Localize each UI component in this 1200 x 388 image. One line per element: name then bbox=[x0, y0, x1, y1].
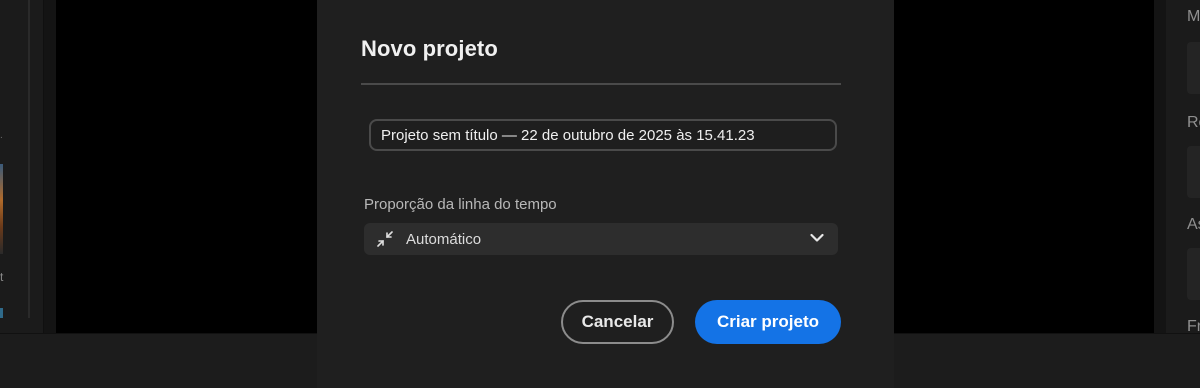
app-window: . t M Re As Fr Novo projeto Proporção da… bbox=[0, 0, 1200, 388]
right-panel: M Re As Fr bbox=[1166, 0, 1200, 335]
timeline-ratio-select[interactable]: Automático bbox=[364, 223, 838, 255]
collapse-arrows-icon bbox=[377, 231, 393, 247]
dialog-title: Novo projeto bbox=[361, 36, 498, 61]
panel-scrollbar[interactable] bbox=[28, 0, 30, 318]
cancel-button[interactable]: Cancelar bbox=[561, 300, 674, 344]
left-panel-accent bbox=[0, 308, 3, 318]
right-panel-label-1: M bbox=[1187, 8, 1200, 25]
chevron-down-icon bbox=[810, 233, 824, 242]
title-divider bbox=[361, 83, 841, 85]
timeline-ratio-label: Proporção da linha do tempo bbox=[364, 196, 557, 213]
new-project-dialog: Novo projeto Proporção da linha do tempo… bbox=[317, 0, 894, 388]
right-panel-field-1[interactable] bbox=[1187, 42, 1200, 94]
right-panel-label-2: Re bbox=[1187, 114, 1200, 131]
left-panel-text: t bbox=[0, 270, 4, 284]
left-panel: . t bbox=[0, 0, 44, 333]
right-panel-field-2[interactable] bbox=[1187, 146, 1200, 198]
project-name-input[interactable] bbox=[369, 119, 837, 151]
timeline-ratio-value: Automático bbox=[406, 231, 482, 248]
create-project-button[interactable]: Criar projeto bbox=[695, 300, 841, 344]
left-panel-dot: . bbox=[0, 130, 3, 141]
right-panel-field-3[interactable] bbox=[1187, 248, 1200, 300]
media-thumbnail[interactable] bbox=[0, 164, 3, 254]
right-panel-label-3: As bbox=[1187, 216, 1200, 233]
